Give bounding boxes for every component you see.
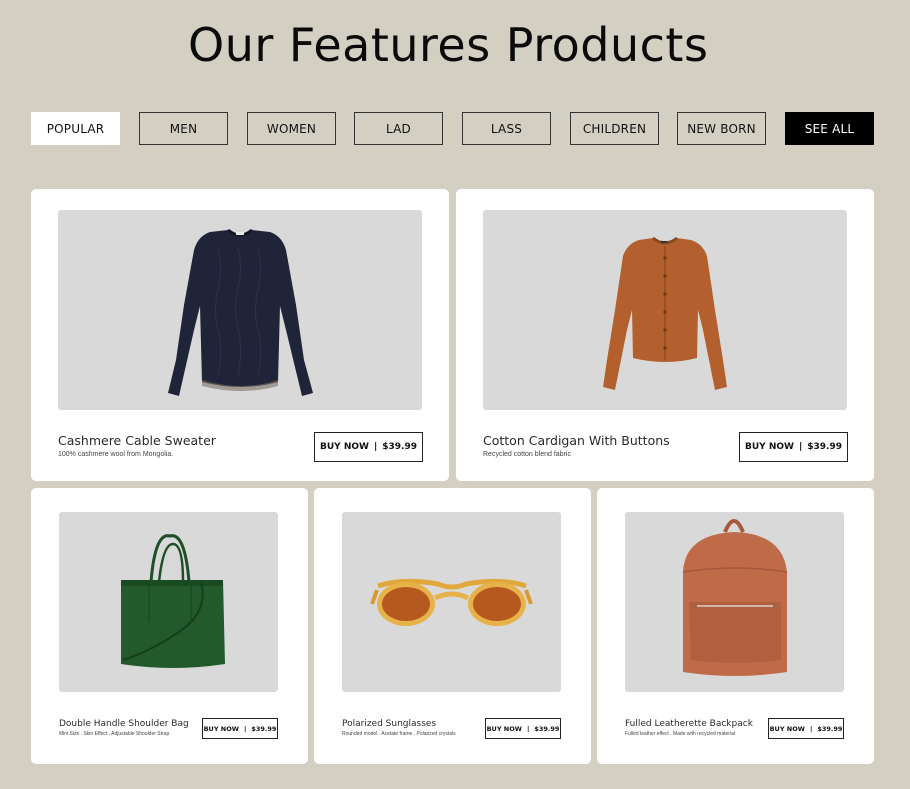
product-card-sunglasses[interactable]: Polarized Sunglasses Rounded model . Ace… (314, 488, 591, 764)
product-image[interactable] (483, 210, 847, 410)
buy-label: BUY NOW (745, 442, 794, 452)
buy-now-button[interactable]: BUY NOW | $39.99 (739, 432, 848, 462)
product-card-cardigan[interactable]: Cotton Cardigan With Buttons Recycled co… (456, 189, 874, 481)
filter-women[interactable]: WOMEN (247, 112, 336, 145)
product-name: Fulled Leatherette Backpack (625, 719, 753, 729)
filter-lad[interactable]: LAD (354, 112, 443, 145)
filter-men[interactable]: MEN (139, 112, 228, 145)
product-description: 100% cashmere wool from Mongolia. (58, 451, 174, 458)
sunglasses-icon (370, 578, 533, 626)
product-image[interactable] (59, 512, 278, 692)
buy-separator: | (809, 724, 813, 733)
page-title: Our Features Products (188, 18, 709, 72)
buy-label: BUY NOW (203, 724, 239, 733)
product-card-backpack[interactable]: Fulled Leatherette Backpack Fulled leath… (597, 488, 874, 764)
buy-separator: | (526, 724, 530, 733)
product-price: $39.99 (534, 724, 560, 733)
product-description: Fulled leather effect . Made with recycl… (625, 731, 735, 737)
product-name: Cotton Cardigan With Buttons (483, 433, 670, 448)
buy-now-button[interactable]: BUY NOW | $39.99 (314, 432, 423, 462)
product-card-shoulder-bag[interactable]: Double Handle Shoulder Bag Mini Size . S… (31, 488, 308, 764)
filter-children[interactable]: CHILDREN (570, 112, 659, 145)
rust-cardigan-icon (603, 236, 727, 390)
category-filter-bar: POPULAR MEN WOMEN LAD LASS CHILDREN NEW … (31, 112, 874, 145)
buy-now-button[interactable]: BUY NOW | $39.99 (768, 718, 844, 739)
buy-label: BUY NOW (769, 724, 805, 733)
navy-sweater-icon (168, 228, 313, 396)
filter-new-born[interactable]: NEW BORN (677, 112, 766, 145)
product-price: $39.99 (807, 442, 842, 452)
buy-separator: | (798, 442, 803, 452)
see-all-button[interactable]: SEE ALL (785, 112, 874, 145)
green-tote-bag-icon (121, 534, 225, 668)
backpack-icon (682, 519, 788, 676)
product-description: Recycled cotton blend fabric (483, 451, 571, 458)
product-name: Polarized Sunglasses (342, 719, 437, 729)
product-description: Mini Size . Skin Effect . Adjustable Sho… (59, 731, 170, 737)
filter-popular[interactable]: POPULAR (31, 112, 120, 145)
product-image[interactable] (58, 210, 422, 410)
product-image[interactable] (342, 512, 561, 692)
buy-label: BUY NOW (486, 724, 522, 733)
product-description: Rounded model . Acetate frame . Polarize… (342, 731, 456, 737)
buy-now-button[interactable]: BUY NOW | $39.99 (202, 718, 278, 739)
buy-separator: | (373, 442, 378, 452)
product-price: $39.99 (817, 724, 843, 733)
product-price: $39.99 (251, 724, 277, 733)
product-price: $39.99 (382, 442, 417, 452)
buy-now-button[interactable]: BUY NOW | $39.99 (485, 718, 561, 739)
filter-lass[interactable]: LASS (462, 112, 551, 145)
product-name: Cashmere Cable Sweater (58, 433, 216, 448)
product-image[interactable] (625, 512, 844, 692)
product-card-sweater[interactable]: Cashmere Cable Sweater 100% cashmere woo… (31, 189, 449, 481)
buy-label: BUY NOW (320, 442, 369, 452)
product-name: Double Handle Shoulder Bag (59, 719, 189, 729)
buy-separator: | (243, 724, 247, 733)
